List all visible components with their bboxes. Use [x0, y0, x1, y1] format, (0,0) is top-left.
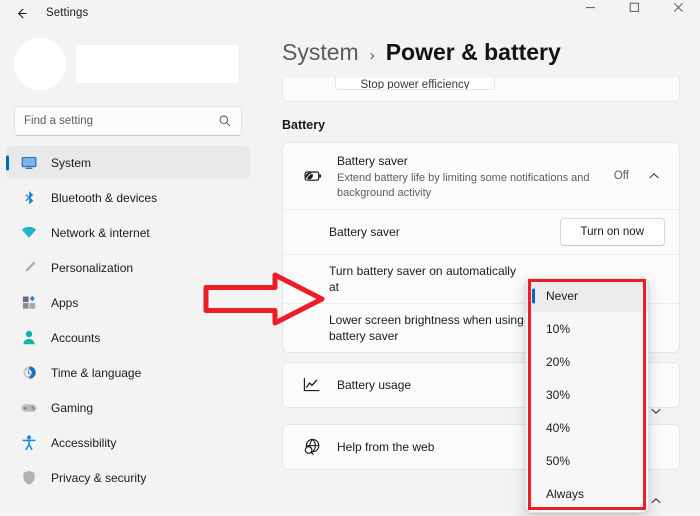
account-header[interactable] — [0, 26, 256, 90]
dropdown-option-30[interactable]: 30% — [526, 378, 648, 411]
turn-on-now-button[interactable]: Turn on now — [559, 218, 665, 246]
page-title: Power & battery — [385, 39, 561, 65]
battery-saver-row[interactable]: Battery saver Extend battery life by lim… — [283, 143, 679, 209]
person-icon — [20, 330, 38, 346]
battery-saver-toggle-label: Battery saver — [329, 225, 400, 239]
sidebar-item-label: Bluetooth & devices — [51, 190, 158, 205]
minimize-icon[interactable] — [568, 0, 612, 20]
sidebar-item-label: Privacy & security — [51, 470, 147, 485]
sidebar-item-network-internet[interactable]: Network & internet — [6, 216, 250, 249]
sidebar-item-label: Apps — [51, 295, 79, 310]
auto-battery-saver-label: Turn battery saver on automatically at — [329, 264, 516, 294]
sidebar-item-label: Time & language — [51, 365, 142, 380]
help-from-web-title: Help from the web — [337, 440, 435, 454]
sidebar-item-personalization[interactable]: Personalization — [6, 251, 250, 284]
sidebar-item-bluetooth-devices[interactable]: Bluetooth & devices — [6, 181, 250, 214]
avatar — [14, 38, 66, 90]
sidebar-item-label: Gaming — [51, 400, 94, 415]
web-help-icon — [299, 438, 325, 456]
back-arrow-icon[interactable] — [4, 0, 38, 26]
sidebar-nav: System Bluetooth & devices Network & int… — [0, 146, 256, 494]
window-controls — [568, 0, 700, 20]
search-box[interactable] — [14, 106, 242, 136]
close-icon[interactable] — [656, 0, 700, 20]
bluetooth-icon — [20, 190, 38, 206]
battery-saver-icon — [299, 169, 325, 183]
dropdown-option-always[interactable]: Always — [526, 477, 648, 510]
sidebar: System Bluetooth & devices Network & int… — [0, 26, 256, 516]
accessibility-icon — [20, 435, 38, 451]
dropdown-option-never[interactable]: Never — [526, 279, 648, 312]
stop-power-efficiency-button[interactable]: Stop power efficiency — [335, 78, 495, 90]
chevron-right-icon: › — [369, 47, 375, 64]
search-input[interactable] — [24, 115, 218, 127]
account-name-redacted — [76, 45, 238, 83]
paintbrush-icon — [20, 260, 38, 276]
wifi-icon — [20, 225, 38, 241]
sidebar-item-system[interactable]: System — [6, 146, 250, 179]
battery-saver-title: Battery saver — [337, 154, 408, 168]
shield-icon — [20, 470, 38, 486]
breadcrumb-parent[interactable]: System — [282, 39, 359, 66]
app-title: Settings — [46, 7, 89, 19]
gamepad-icon — [20, 400, 38, 416]
sidebar-item-label: Network & internet — [51, 225, 150, 240]
breadcrumb: System › Power & battery — [256, 26, 700, 78]
sidebar-item-label: System — [51, 155, 92, 170]
title-bar: Settings — [0, 0, 700, 26]
battery-saver-state: Off — [613, 170, 629, 182]
battery-saver-text: Battery saver Extend battery life by lim… — [337, 152, 604, 200]
battery-saver-toggle-row: Battery saver Turn on now — [283, 209, 679, 254]
maximize-icon[interactable] — [612, 0, 656, 20]
dropdown-option-40[interactable]: 40% — [526, 411, 648, 444]
sidebar-item-gaming[interactable]: Gaming — [6, 391, 250, 424]
battery-section-heading: Battery — [282, 118, 326, 132]
dropdown-option-50[interactable]: 50% — [526, 444, 648, 477]
clock-icon — [20, 365, 38, 381]
battery-saver-description: Extend battery life by limiting some not… — [337, 172, 590, 199]
search-icon — [218, 114, 232, 128]
battery-usage-title: Battery usage — [337, 378, 412, 392]
chevron-up-icon[interactable] — [643, 165, 665, 187]
line-chart-icon — [299, 377, 325, 393]
sidebar-item-accessibility[interactable]: Accessibility — [6, 426, 250, 459]
lower-brightness-label: Lower screen brightness when using batte… — [329, 313, 524, 343]
dropdown-option-20[interactable]: 20% — [526, 345, 648, 378]
battery-saver-threshold-dropdown[interactable]: Never 10% 20% 30% 40% 50% Always — [525, 278, 649, 513]
sidebar-item-apps[interactable]: Apps — [6, 286, 250, 319]
help-from-web-text: Help from the web — [337, 438, 529, 456]
stop-power-efficiency-label: Stop power efficiency — [360, 79, 470, 90]
battery-usage-text: Battery usage — [337, 376, 529, 394]
apps-icon — [20, 295, 38, 311]
sidebar-item-time-language[interactable]: Time & language — [6, 356, 250, 389]
sidebar-item-label: Accessibility — [51, 435, 117, 450]
sidebar-item-privacy-security[interactable]: Privacy & security — [6, 461, 250, 494]
display-icon — [20, 155, 38, 171]
sidebar-item-label: Accounts — [51, 330, 101, 345]
sidebar-item-label: Personalization — [51, 260, 134, 275]
battery-saver-right: Off — [614, 165, 665, 187]
sidebar-item-accounts[interactable]: Accounts — [6, 321, 250, 354]
power-efficiency-card: Stop power efficiency — [282, 78, 680, 102]
dropdown-option-10[interactable]: 10% — [526, 312, 648, 345]
